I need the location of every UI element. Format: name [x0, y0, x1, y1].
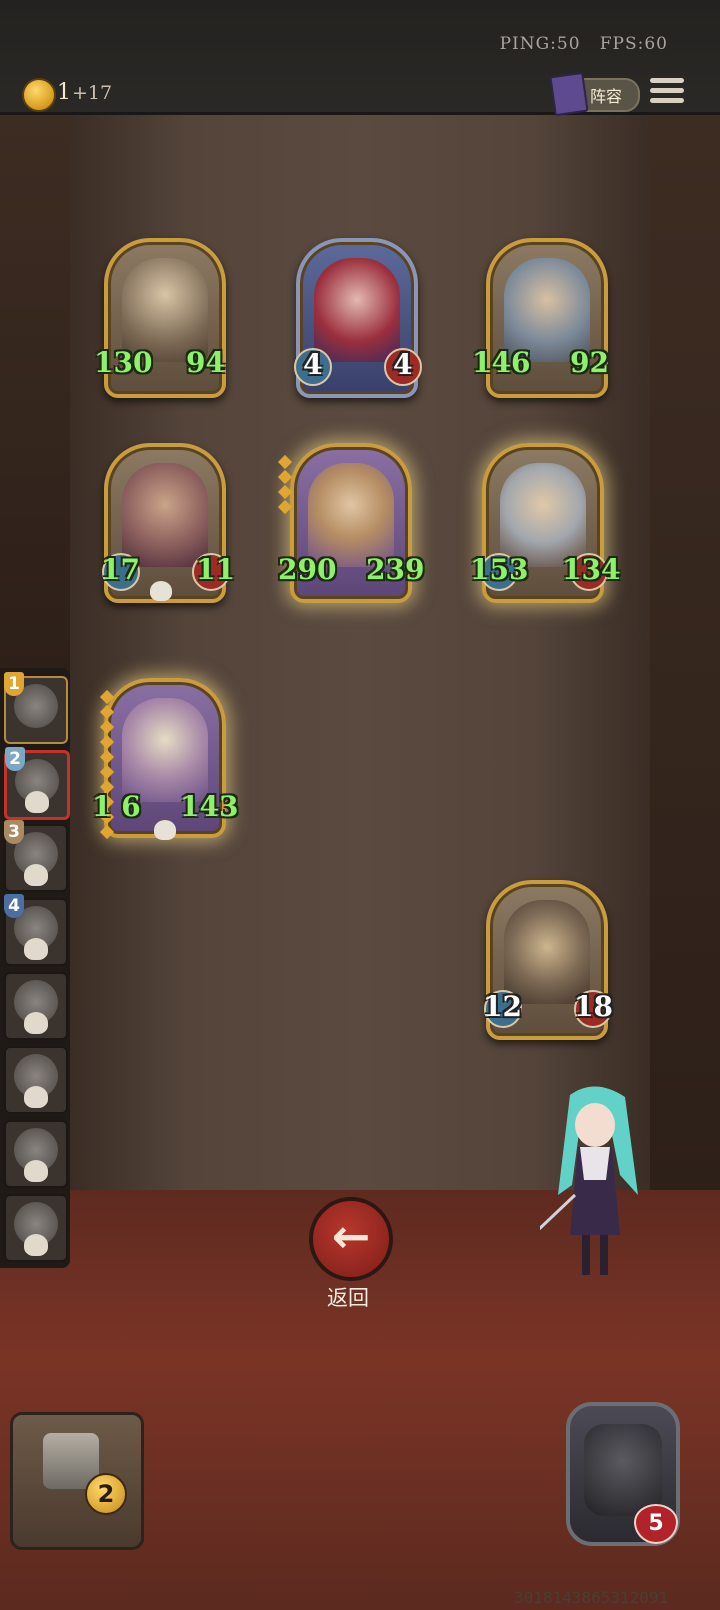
lineup-label: 阵容 [590, 87, 623, 106]
top-bar: PING:50 FPS:60 1 +17 阵容 [0, 0, 720, 117]
attack-value: 12 [483, 990, 522, 1023]
skull-icon [24, 864, 48, 886]
minion-card[interactable]: 146 92 [472, 238, 609, 398]
hero-character [478, 1085, 650, 1287]
bookshelf-left [0, 112, 70, 672]
back-button[interactable]: ← [309, 1197, 393, 1281]
minion-card[interactable]: 153 134 [470, 443, 620, 603]
health-value: 134 [562, 553, 621, 586]
health-value: 94 [186, 346, 225, 379]
skull-icon [24, 938, 48, 960]
health-value: 92 [570, 346, 609, 379]
attack-value: 130 [94, 346, 153, 379]
bookshelf-right [650, 112, 720, 1192]
attack-value: 290 [278, 553, 337, 586]
lineup-button[interactable]: 阵容 [549, 71, 640, 117]
health-value: 4 [393, 348, 413, 381]
tavern-level-badge: 2 [85, 1473, 127, 1515]
attack-value: 17 [101, 553, 140, 586]
skull-icon [24, 1012, 48, 1034]
gold-coin-icon [22, 78, 56, 112]
perf-readout: PING:50 FPS:60 [500, 34, 668, 54]
fps-text: FPS:60 [599, 34, 668, 54]
player-slot[interactable] [4, 1120, 68, 1188]
arrow-left-icon: ← [331, 1209, 371, 1263]
skull-icon [24, 1086, 48, 1108]
player-id: 3018143865312091 [514, 1588, 669, 1607]
book-icon [549, 71, 589, 117]
player-slot[interactable]: 3 [4, 820, 68, 892]
back-label: 返回 [327, 1286, 369, 1310]
gold-income: +17 [72, 82, 113, 104]
health-value: 239 [366, 553, 425, 586]
skull-icon [150, 581, 172, 601]
minion-portrait [504, 900, 590, 1004]
skull-icon [24, 1160, 48, 1182]
menu-icon[interactable] [650, 76, 684, 106]
hero-face [584, 1424, 662, 1516]
minion-card[interactable]: 1 6 143 [92, 678, 238, 840]
skull-icon [154, 820, 176, 840]
player-slot[interactable] [4, 1046, 68, 1114]
rank-badge: 3 [4, 820, 24, 844]
ping-text: PING:50 [499, 34, 581, 54]
attack-value: 153 [470, 553, 529, 586]
minion-card[interactable]: 290 239 [277, 443, 424, 603]
health-value: 143 [180, 790, 239, 823]
minion-portrait [308, 463, 394, 567]
skull-icon [24, 1234, 48, 1256]
player-slot[interactable]: 4 [4, 894, 68, 966]
player-slot[interactable]: 1 [4, 672, 68, 744]
minion-portrait [122, 463, 208, 567]
health-value: 18 [574, 990, 613, 1023]
tavern-shop-button[interactable]: 2 [10, 1412, 144, 1550]
golden-stars-icon [277, 454, 293, 517]
attack-value: 146 [472, 346, 531, 379]
rank-badge: 4 [4, 894, 24, 918]
gold-count: 1 [57, 80, 71, 105]
player-ranking-sidebar: 1 2 3 4 [0, 668, 70, 1268]
player-slot[interactable] [4, 1194, 68, 1262]
player-slot-selected[interactable]: 2 [4, 747, 70, 820]
minion-card[interactable]: 17 11 [101, 443, 235, 603]
player-hero-portrait[interactable]: 5 [566, 1402, 680, 1546]
minion-card[interactable]: 4 4 [294, 238, 422, 398]
minion-card[interactable]: 12 18 [483, 880, 613, 1040]
minion-portrait [122, 698, 208, 802]
rank-badge: 1 [4, 672, 24, 696]
attack-value: 4 [303, 348, 323, 381]
minion-portrait [314, 258, 400, 362]
attack-value: 1 6 [92, 790, 141, 823]
rank-badge: 2 [5, 747, 25, 771]
health-value: 11 [196, 553, 235, 586]
minion-card[interactable]: 130 94 [94, 238, 226, 398]
player-slot[interactable] [4, 972, 68, 1040]
hero-health: 5 [634, 1504, 678, 1544]
skull-icon [25, 791, 49, 813]
minion-portrait [500, 463, 586, 567]
